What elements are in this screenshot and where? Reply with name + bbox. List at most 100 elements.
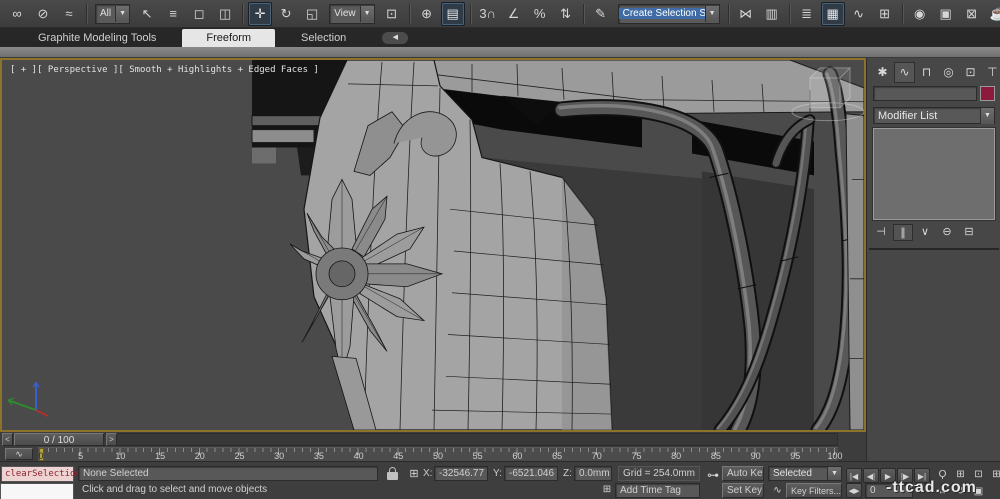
next-frame-slider-button[interactable]: > [106, 433, 117, 446]
timeline-frame-label-100: 100 [827, 451, 842, 461]
utilities-tab-icon[interactable]: ⊤ [982, 62, 1000, 83]
window-crossing-icon[interactable]: ◫ [213, 2, 237, 26]
unlink-selection-icon[interactable]: ⊘ [31, 2, 55, 26]
schematic-view-icon[interactable]: ⊞ [873, 2, 897, 26]
open-mini-curve-editor-button[interactable]: ∿ [5, 448, 33, 460]
render-production-icon[interactable]: ☕ [986, 2, 1000, 26]
bind-to-space-warp-icon[interactable]: ≈ [57, 2, 81, 26]
edit-named-selection-sets-icon[interactable]: ✎ [589, 2, 613, 26]
viewport-label[interactable]: [ + ][ Perspective ][ Smooth + Highlight… [10, 65, 319, 75]
select-and-move-icon[interactable]: ✛ [248, 2, 272, 26]
timeline-frame-label-15: 15 [155, 451, 165, 461]
tab-selection[interactable]: Selection [277, 29, 370, 47]
rendered-frame-window-icon[interactable]: ⊠ [960, 2, 984, 26]
render-setup-icon[interactable]: ▣ [934, 2, 958, 26]
animation-set-dropdown[interactable]: Selected ▼ [768, 466, 842, 481]
material-editor-icon[interactable]: ◉ [908, 2, 932, 26]
time-slider-track[interactable] [2, 433, 838, 446]
key-filters-button[interactable]: Key Filters... [786, 483, 842, 498]
manage-layers-icon[interactable]: ≣ [795, 2, 819, 26]
timeline-frame-label-85: 85 [711, 451, 721, 461]
modifier-stack-list[interactable] [873, 128, 995, 220]
auto-key-button[interactable]: Auto Key [722, 466, 764, 481]
select-and-scale-icon[interactable]: ◱ [300, 2, 324, 26]
select-and-manipulate-icon[interactable]: ⊕ [415, 2, 439, 26]
set-keys-key-icon[interactable]: ⊶ [703, 463, 723, 487]
select-and-link-icon[interactable]: ∞ [5, 2, 29, 26]
named-selection-sets-value: Create Selection Se [619, 8, 705, 19]
previous-frame-button[interactable]: ◀| [863, 468, 879, 483]
timeline-area: < 0 / 100 > ∿ 05101520253035404550556065… [0, 432, 866, 461]
reference-coordinate-value: View [330, 8, 360, 19]
toolbar-separator [86, 4, 87, 24]
select-by-name-icon[interactable]: ≡ [161, 2, 185, 26]
key-mode-toggle-button[interactable]: ◀▶ [846, 483, 862, 498]
selection-filter-dropdown[interactable]: All ▼ [95, 4, 130, 24]
angle-snap-icon[interactable]: ∠ [502, 2, 526, 26]
timeline-frame-label-50: 50 [433, 451, 443, 461]
make-unique-button[interactable]: ∨ [915, 224, 935, 241]
select-object-icon[interactable]: ↖ [135, 2, 159, 26]
timeline-frame-label-5: 5 [78, 451, 83, 461]
display-tab-icon[interactable]: ⊡ [960, 62, 981, 83]
z-coordinate-field[interactable]: 0.0mm [574, 466, 612, 481]
track-bar-ruler[interactable]: 0510152025303540455055606570758085909510… [38, 447, 838, 461]
timeline-frame-label-10: 10 [115, 451, 125, 461]
graphite-ribbon-toggle-icon[interactable]: ▦ [821, 2, 845, 26]
ribbon-collapsed-strip [0, 47, 1000, 58]
remove-modifier-button[interactable]: ⊖ [937, 224, 957, 241]
create-tab-icon[interactable]: ✱ [872, 62, 893, 83]
timeline-frame-label-90: 90 [751, 451, 761, 461]
select-and-rotate-icon[interactable]: ↻ [274, 2, 298, 26]
time-slider-handle[interactable]: 0 / 100 [14, 433, 104, 446]
viewport-3d-scene[interactable] [2, 60, 864, 430]
tab-freeform[interactable]: Freeform [182, 29, 275, 47]
show-end-result-button[interactable]: ∥ [893, 224, 913, 241]
chevron-down-icon: ▼ [980, 108, 994, 124]
grid-size-display: Grid = 254.0mm [618, 466, 700, 481]
go-to-start-button[interactable]: |◀ [846, 468, 862, 483]
object-name-field[interactable] [873, 86, 977, 101]
maxscript-mini-listener[interactable] [0, 483, 74, 499]
watermark-text: -ttcad.com [886, 479, 1000, 497]
rectangular-selection-region-icon[interactable]: ◻ [187, 2, 211, 26]
curve-editor-icon[interactable]: ∿ [847, 2, 871, 26]
object-color-swatch[interactable] [980, 86, 995, 101]
reference-coordinate-dropdown[interactable]: View ▼ [329, 4, 375, 24]
spinner-snap-icon[interactable]: ⇅ [554, 2, 578, 26]
percent-snap-icon[interactable]: % [528, 2, 552, 26]
hierarchy-tab-icon[interactable]: ⊓ [916, 62, 937, 83]
pin-stack-button[interactable]: ⊣ [871, 224, 891, 241]
maxscript-macro-recorder[interactable]: clearSelection [1, 466, 74, 482]
ribbon-collapse-button[interactable]: ◀ [382, 32, 408, 44]
mirror-icon[interactable]: ⋈ [734, 2, 758, 26]
selection-lock-toggle[interactable] [387, 467, 398, 480]
new-key-default-in-out-tangents-icon[interactable]: ∿ [769, 482, 786, 499]
x-coordinate-field[interactable]: -32546.77 [434, 466, 488, 481]
timeline-frame-label-30: 30 [274, 451, 284, 461]
keyboard-override-toggle-icon[interactable]: ▤ [441, 2, 465, 26]
toolbar-separator [789, 4, 790, 24]
tab-graphite-modeling-tools[interactable]: Graphite Modeling Tools [14, 29, 180, 47]
timeline-frame-label-65: 65 [552, 451, 562, 461]
absolute-mode-toggle[interactable]: ⊞ [405, 465, 423, 483]
add-time-tag-field[interactable]: Add Time Tag [615, 483, 700, 498]
perspective-viewport[interactable]: [ + ][ Perspective ][ Smooth + Highlight… [0, 58, 866, 432]
timeline-frame-label-80: 80 [671, 451, 681, 461]
set-key-button[interactable]: Set Key [722, 483, 764, 498]
modify-tab-icon[interactable]: ∿ [894, 62, 915, 83]
x-coordinate-label: X: [423, 466, 432, 481]
modifier-list-dropdown[interactable]: Modifier List ▼ [873, 107, 995, 124]
align-icon[interactable]: ▥ [760, 2, 784, 26]
timeline-frame-label-60: 60 [512, 451, 522, 461]
previous-frame-slider-button[interactable]: < [2, 433, 13, 446]
snaps-toggle-3d-icon[interactable]: 3∩ [476, 2, 500, 26]
timeline-frame-label-0: 0 [38, 451, 43, 461]
use-pivot-point-center-icon[interactable]: ⊡ [380, 2, 404, 26]
named-selection-sets-dropdown[interactable]: Create Selection Se ▼ [618, 4, 720, 24]
time-tag-icon: ⊞ [599, 482, 615, 498]
toolbar-separator [583, 4, 584, 24]
y-coordinate-field[interactable]: -6521.046 [504, 466, 558, 481]
motion-tab-icon[interactable]: ◎ [938, 62, 959, 83]
configure-modifier-sets-button[interactable]: ⊟ [959, 224, 979, 241]
